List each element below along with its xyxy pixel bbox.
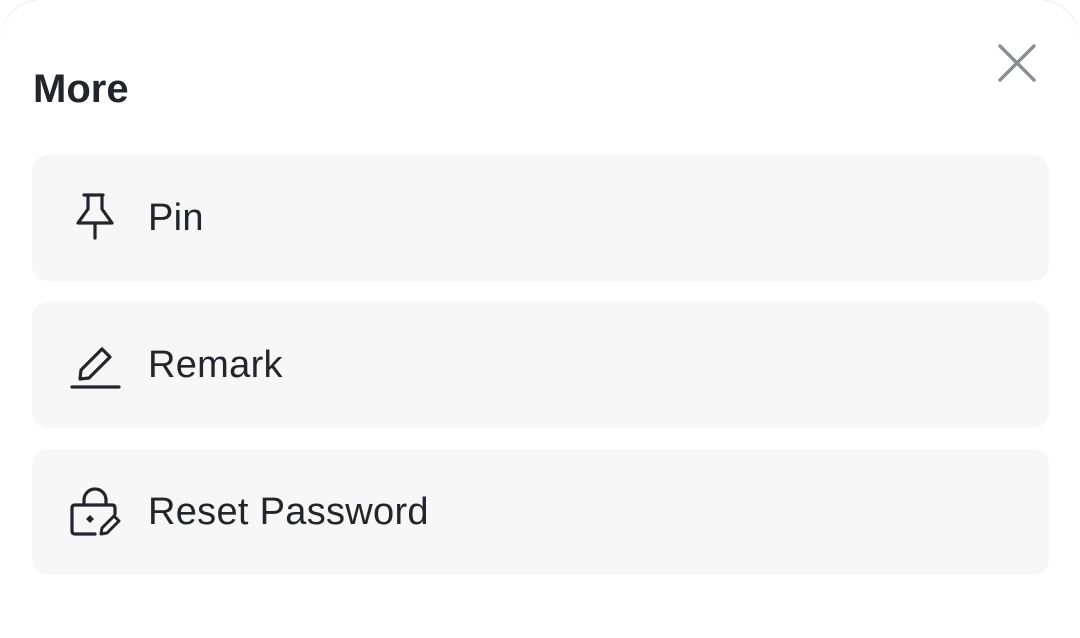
reset-password-label: Reset Password xyxy=(148,491,429,533)
remark-label: Remark xyxy=(148,344,283,386)
pin-option[interactable]: Pin xyxy=(32,155,1049,281)
reset-password-option[interactable]: Reset Password xyxy=(32,449,1049,575)
lock-edit-icon xyxy=(68,486,122,540)
more-bottom-sheet: More Pin Remark Reset Password xyxy=(0,0,1080,638)
sheet-title: More xyxy=(33,67,129,111)
options-list: Pin Remark Reset Password xyxy=(32,155,1049,596)
pin-icon xyxy=(68,192,122,246)
close-icon xyxy=(998,44,1036,82)
remark-option[interactable]: Remark xyxy=(32,302,1049,428)
close-button[interactable] xyxy=(990,36,1044,90)
pencil-icon xyxy=(68,339,122,393)
pin-label: Pin xyxy=(148,197,204,239)
